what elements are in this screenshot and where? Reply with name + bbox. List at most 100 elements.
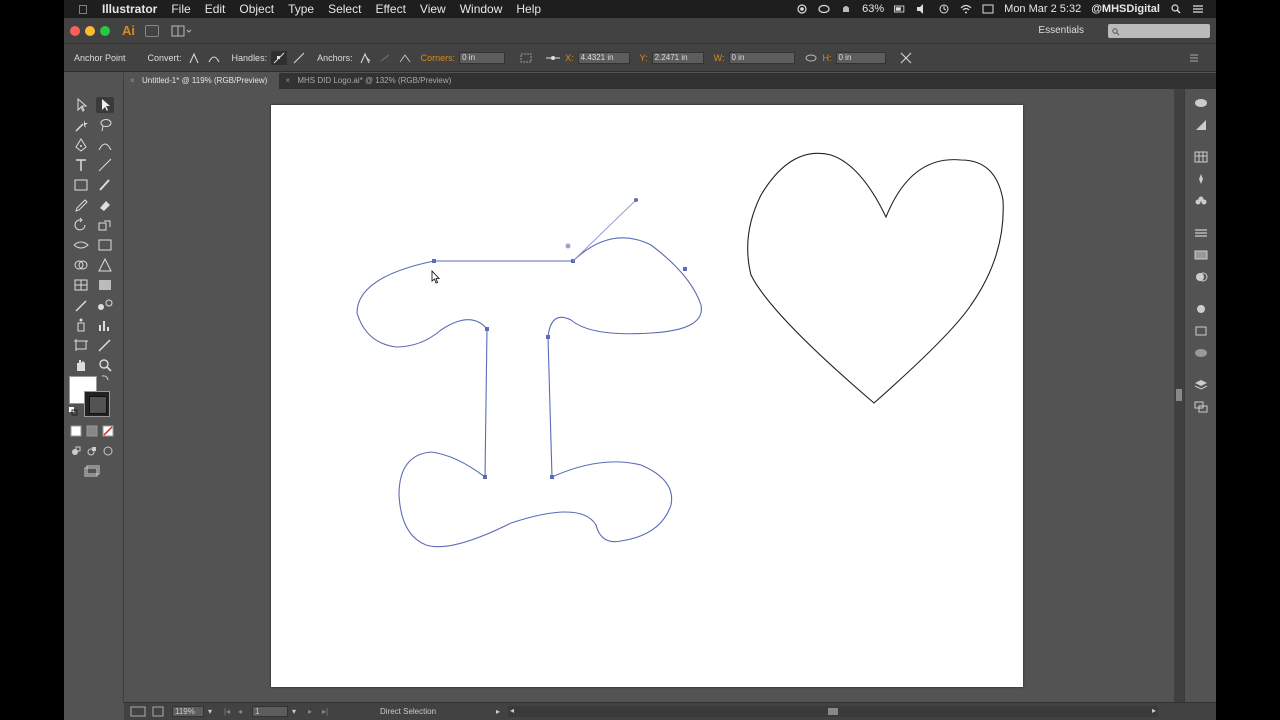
pen-tool[interactable] <box>72 137 90 153</box>
help-search-input[interactable] <box>1108 24 1210 38</box>
first-artboard-icon[interactable]: |◂ <box>224 707 230 716</box>
anchor-point[interactable] <box>432 259 436 263</box>
zoom-dropdown-icon[interactable]: ▾ <box>208 707 212 716</box>
heart-path[interactable] <box>747 152 1004 404</box>
lasso-tool[interactable] <box>96 117 114 133</box>
menu-view[interactable]: View <box>420 2 446 16</box>
dock-color-guide-button[interactable] <box>1194 119 1208 131</box>
spotlight-search-icon[interactable] <box>1170 4 1182 14</box>
slice-tool[interactable] <box>96 337 114 353</box>
line-segment-tool[interactable] <box>96 157 114 173</box>
dock-artboards-button[interactable] <box>1194 401 1208 413</box>
rotate-view-icon[interactable] <box>152 706 164 717</box>
constrain-proportions-icon[interactable] <box>803 51 819 65</box>
horizontal-scrollbar[interactable]: ◂ ▸ <box>508 706 1158 717</box>
column-graph-tool[interactable] <box>96 317 114 333</box>
vertical-scroll-thumb[interactable] <box>1176 389 1182 401</box>
free-transform-tool[interactable] <box>96 237 114 253</box>
menu-select[interactable]: Select <box>328 2 361 16</box>
bridge-button[interactable] <box>145 24 159 37</box>
type-tool[interactable] <box>72 157 90 173</box>
user-name[interactable]: @MHSDigital <box>1091 3 1160 15</box>
creative-cloud-icon[interactable] <box>818 4 830 14</box>
convert-to-corner-icon[interactable] <box>186 51 202 65</box>
gradient-mode-button[interactable] <box>86 425 98 437</box>
menu-effect[interactable]: Effect <box>375 2 405 16</box>
draw-inside-button[interactable] <box>102 445 114 457</box>
tab-untitled-1[interactable]: × Untitled-1* @ 119% (RGB/Preview) <box>124 73 280 89</box>
zoom-level-field[interactable]: 119% <box>172 706 204 717</box>
anchor-point[interactable] <box>483 475 487 479</box>
x-coordinate-field[interactable]: 4.4321 in <box>577 51 630 64</box>
anchor-point[interactable] <box>683 267 687 271</box>
input-source-icon[interactable] <box>982 4 994 14</box>
notification-icon[interactable] <box>840 4 852 14</box>
canvas-area[interactable] <box>124 89 1174 702</box>
direct-selection-tool[interactable] <box>96 97 114 113</box>
cut-path-icon[interactable] <box>397 51 413 65</box>
selection-tool[interactable] <box>72 97 90 113</box>
record-icon[interactable] <box>796 4 808 14</box>
minimize-window-button[interactable] <box>85 25 95 36</box>
color-mode-button[interactable] <box>70 425 82 437</box>
battery-icon[interactable] <box>894 4 906 14</box>
menu-app-name[interactable]: Illustrator <box>102 2 157 16</box>
tab-mhs-did-logo[interactable]: × MHS DID Logo.ai* @ 132% (RGB/Preview) <box>279 73 463 89</box>
anchor-point[interactable] <box>550 475 554 479</box>
dock-graphic-styles-button[interactable] <box>1194 325 1208 337</box>
dock-symbols-button[interactable] <box>1194 195 1208 207</box>
magic-wand-tool[interactable] <box>72 117 90 133</box>
blend-tool[interactable] <box>96 297 114 313</box>
menu-help[interactable]: Help <box>516 2 541 16</box>
artboard-dropdown-icon[interactable]: ▾ <box>292 707 296 716</box>
apple-icon[interactable]:  <box>78 2 92 17</box>
dock-cc-libraries-button[interactable] <box>1194 347 1208 359</box>
menu-edit[interactable]: Edit <box>205 2 226 16</box>
rectangle-tool[interactable] <box>72 177 90 193</box>
eyedropper-tool[interactable] <box>72 297 90 313</box>
scroll-left-icon[interactable]: ◂ <box>510 706 514 715</box>
dock-swatches-button[interactable] <box>1194 151 1208 163</box>
hide-handles-icon[interactable] <box>291 51 307 65</box>
artboard-tool[interactable] <box>72 337 90 353</box>
reference-point-icon[interactable] <box>545 51 561 65</box>
draw-behind-button[interactable] <box>86 445 98 457</box>
dock-layers-button[interactable] <box>1194 379 1208 391</box>
dock-stroke-button[interactable] <box>1194 227 1208 239</box>
pencil-tool[interactable] <box>72 197 90 213</box>
width-tool[interactable] <box>72 237 90 253</box>
zoom-window-button[interactable] <box>100 25 110 36</box>
menu-file[interactable]: File <box>171 2 190 16</box>
hand-tool[interactable] <box>72 357 90 373</box>
close-tab-icon[interactable]: × <box>130 73 135 89</box>
gradient-tool[interactable] <box>96 277 114 293</box>
status-menu-icon[interactable]: ▸ <box>496 707 500 716</box>
curvature-tool[interactable] <box>96 137 114 153</box>
artboard-number-field[interactable]: 1 <box>252 706 288 717</box>
status-current-tool[interactable]: Direct Selection <box>380 707 436 716</box>
draw-normal-button[interactable] <box>70 445 82 457</box>
connect-anchors-icon[interactable] <box>377 51 393 65</box>
paintbrush-tool[interactable] <box>96 177 114 193</box>
dock-brushes-button[interactable] <box>1194 173 1208 185</box>
previous-artboard-icon[interactable]: ◂ <box>238 707 242 716</box>
scale-tool[interactable] <box>96 217 114 233</box>
default-fill-stroke[interactable] <box>68 406 78 416</box>
close-tab-icon[interactable]: × <box>285 73 290 89</box>
none-mode-button[interactable] <box>102 425 114 437</box>
last-artboard-icon[interactable]: ▸| <box>322 707 328 716</box>
menu-type[interactable]: Type <box>288 2 314 16</box>
artboard-navigation-icon[interactable] <box>130 706 146 717</box>
dock-appearance-button[interactable] <box>1194 303 1208 315</box>
volume-icon[interactable] <box>916 4 928 14</box>
height-field[interactable]: 0 in <box>835 51 886 64</box>
mesh-tool[interactable] <box>72 277 90 293</box>
arrange-documents-icon[interactable] <box>171 25 193 37</box>
clock[interactable]: Mon Mar 2 5:32 <box>1004 3 1081 15</box>
remove-anchor-icon[interactable] <box>357 51 373 65</box>
menu-object[interactable]: Object <box>239 2 274 16</box>
workspace-switcher[interactable]: Essentials <box>1038 25 1084 36</box>
current-tool-label[interactable]: Anchor Point <box>74 53 126 63</box>
direction-handle-point[interactable] <box>634 198 638 202</box>
next-artboard-icon[interactable]: ▸ <box>308 707 312 716</box>
